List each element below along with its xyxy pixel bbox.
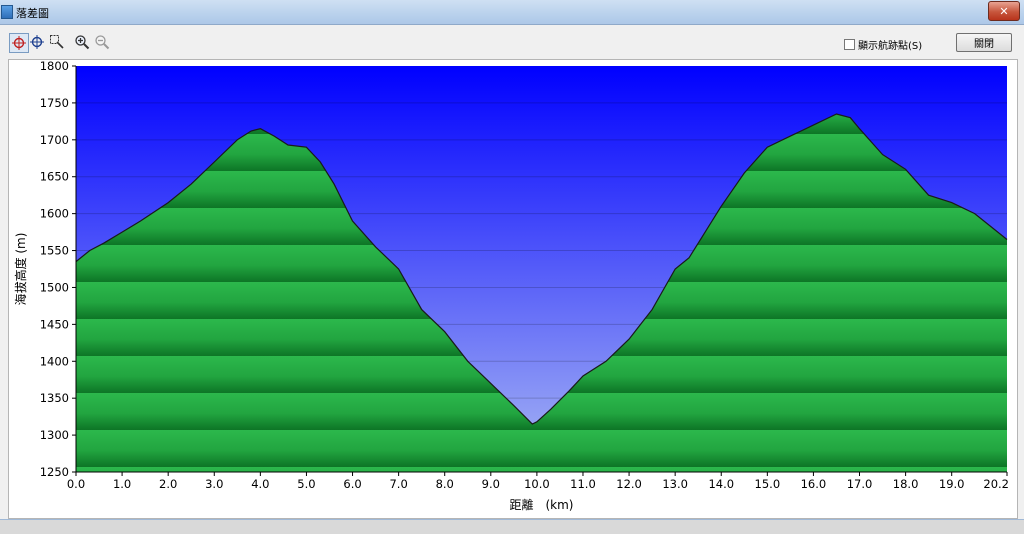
y-tick-label: 1600 <box>40 207 69 221</box>
x-tick-label: 0.0 <box>67 477 85 491</box>
y-tick-label: 1400 <box>40 354 69 368</box>
y-tick-label: 1350 <box>40 391 69 405</box>
x-tick-label: 4.0 <box>251 477 269 491</box>
x-tick-label: 2.0 <box>159 477 177 491</box>
x-tick-label: 9.0 <box>482 477 500 491</box>
window-title: 落差圖 <box>16 7 49 20</box>
x-tick-label: 20.2 <box>983 477 1009 491</box>
x-tick-label: 3.0 <box>205 477 223 491</box>
x-tick-label: 5.0 <box>297 477 315 491</box>
x-tick-label: 7.0 <box>389 477 407 491</box>
crosshair-icon[interactable] <box>28 33 46 51</box>
elevation-chart: 1800 1750 1700 1650 1600 1550 1500 1450 1400 1350… <box>13 59 1009 512</box>
zoom-out-icon[interactable] <box>93 33 111 51</box>
y-tick-label: 1750 <box>40 96 69 110</box>
window-bottom-edge <box>0 519 1024 534</box>
x-tick-label: 16.0 <box>801 477 827 491</box>
y-axis-title: 海拔高度 (m) <box>13 233 28 306</box>
app-icon <box>1 5 13 19</box>
x-tick-label: 11.0 <box>570 477 596 491</box>
y-tick-label: 1250 <box>40 465 69 479</box>
y-tick-label: 1500 <box>40 280 69 294</box>
window-titlebar: 落差圖 ✕ <box>0 0 1024 25</box>
x-tick-label: 10.0 <box>524 477 550 491</box>
y-tick-label: 1550 <box>40 244 69 258</box>
zoom-in-icon[interactable] <box>73 33 91 51</box>
x-tick-label: 13.0 <box>662 477 688 491</box>
x-axis-title: 距離 (km) <box>509 498 573 512</box>
x-tick-label: 8.0 <box>436 477 454 491</box>
y-tick-label: 1700 <box>40 133 69 147</box>
x-tick-label: 1.0 <box>113 477 131 491</box>
x-tick-label: 15.0 <box>755 477 781 491</box>
show-points-checkbox[interactable] <box>844 39 855 50</box>
y-tick-label: 1800 <box>40 60 69 73</box>
x-tick-label: 12.0 <box>616 477 642 491</box>
window-close-button[interactable]: ✕ <box>988 1 1020 21</box>
zoom-area-icon[interactable] <box>48 33 66 51</box>
crosshair-select-icon[interactable] <box>9 33 29 53</box>
close-button[interactable]: 關閉 <box>956 33 1012 52</box>
x-tick-label: 19.0 <box>939 477 965 491</box>
y-tick-label: 1300 <box>40 428 69 442</box>
x-tick-label: 14.0 <box>708 477 734 491</box>
show-points-label: 顯示航跡點(S) <box>858 41 923 52</box>
y-tick-label: 1450 <box>40 317 69 331</box>
x-tick-label: 18.0 <box>893 477 919 491</box>
x-tick-label: 17.0 <box>847 477 873 491</box>
show-points-toggle[interactable]: 顯示航跡點(S) <box>844 37 922 52</box>
x-tick-label: 6.0 <box>343 477 361 491</box>
y-tick-label: 1650 <box>40 170 69 184</box>
chart-frame: 1800 1750 1700 1650 1600 1550 1500 1450 1400 1350… <box>8 59 1018 519</box>
